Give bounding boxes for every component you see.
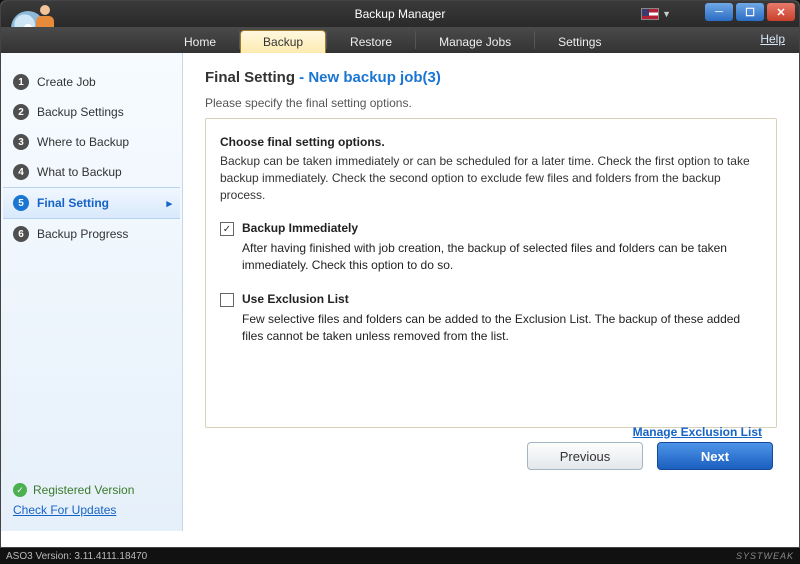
wizard-step-create-job[interactable]: 1 Create Job	[3, 67, 180, 97]
options-panel: Choose final setting options. Backup can…	[205, 118, 777, 428]
check-circle-icon: ✓	[13, 483, 27, 497]
heading-jobname: New backup job(3)	[308, 69, 441, 86]
next-button[interactable]: Next	[657, 442, 773, 470]
use-exclusion-list-label: Use Exclusion List	[242, 292, 349, 307]
wizard-step-backup-settings[interactable]: 2 Backup Settings	[3, 97, 180, 127]
language-dropdown-icon[interactable]: ▼	[662, 9, 671, 19]
use-exclusion-list-description: Few selective files and folders can be a…	[242, 311, 762, 345]
backup-immediately-checkbox[interactable]: ✓	[220, 222, 234, 236]
step-number-icon: 1	[13, 74, 29, 90]
tab-settings[interactable]: Settings	[535, 30, 624, 53]
step-label: Final Setting	[37, 196, 109, 210]
step-number-icon: 6	[13, 226, 29, 242]
tab-home[interactable]: Home	[161, 30, 239, 53]
maximize-button[interactable]: ☐	[736, 3, 764, 21]
brand-text: SYSTWEAK	[736, 551, 794, 561]
use-exclusion-list-checkbox[interactable]	[220, 293, 234, 307]
page-subtitle: Please specify the final setting options…	[205, 96, 777, 110]
step-label: Where to Backup	[37, 135, 129, 149]
registered-label: Registered Version	[33, 483, 134, 497]
panel-title: Choose final setting options.	[220, 135, 762, 149]
step-label: Backup Progress	[37, 227, 128, 241]
minimize-button[interactable]: ─	[705, 3, 733, 21]
version-text: ASO3 Version: 3.11.4111.18470	[6, 551, 147, 562]
wizard-step-what-to-backup[interactable]: 4 What to Backup	[3, 157, 180, 187]
language-flag-icon[interactable]	[641, 8, 659, 20]
step-label: Backup Settings	[37, 105, 124, 119]
help-link[interactable]: Help	[760, 32, 785, 46]
heading-section: Final Setting	[205, 69, 295, 86]
tab-backup[interactable]: Backup	[240, 30, 326, 53]
page-heading: Final Setting - New backup job(3)	[205, 69, 777, 86]
check-updates-link[interactable]: Check For Updates	[13, 503, 170, 517]
step-label: What to Backup	[37, 165, 122, 179]
previous-button[interactable]: Previous	[527, 442, 643, 470]
tab-manage-jobs[interactable]: Manage Jobs	[416, 30, 534, 53]
panel-description: Backup can be taken immediately or can b…	[220, 153, 762, 203]
step-number-icon: 3	[13, 134, 29, 150]
backup-immediately-label: Backup Immediately	[242, 221, 358, 236]
tab-restore[interactable]: Restore	[327, 30, 415, 53]
wizard-step-final-setting[interactable]: 5 Final Setting	[3, 187, 180, 219]
backup-immediately-description: After having finished with job creation,…	[242, 240, 762, 274]
step-number-icon: 5	[13, 195, 29, 211]
wizard-step-backup-progress[interactable]: 6 Backup Progress	[3, 219, 180, 249]
close-button[interactable]: ✕	[767, 3, 795, 21]
registered-status: ✓ Registered Version	[13, 483, 170, 497]
step-number-icon: 2	[13, 104, 29, 120]
window-title: Backup Manager	[355, 7, 446, 21]
step-number-icon: 4	[13, 164, 29, 180]
step-label: Create Job	[37, 75, 96, 89]
wizard-step-where-to-backup[interactable]: 3 Where to Backup	[3, 127, 180, 157]
